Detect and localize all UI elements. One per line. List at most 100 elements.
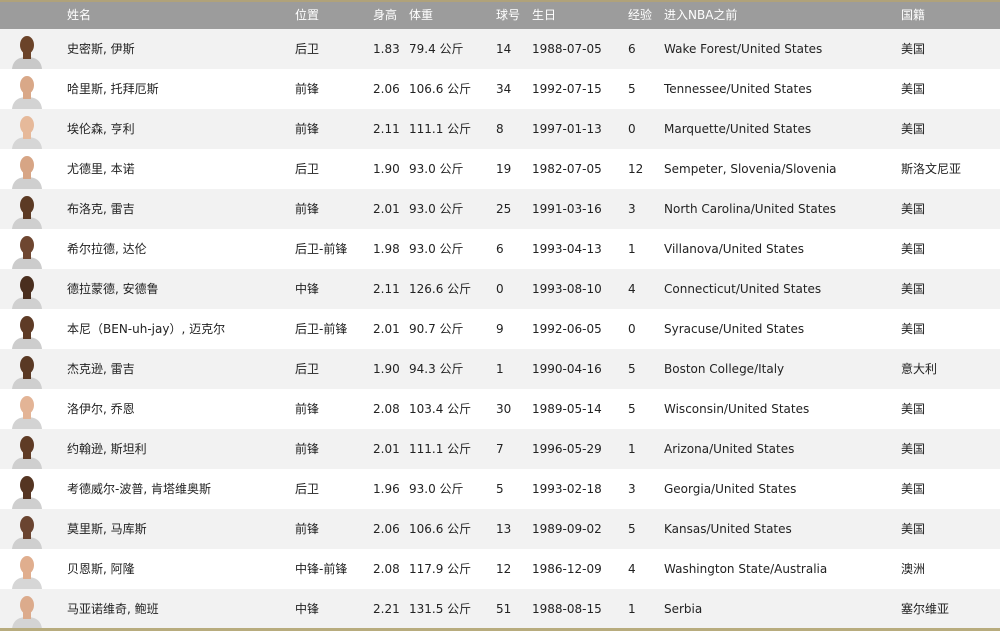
player-birthday: 1993-02-18 [532, 482, 602, 496]
player-name[interactable]: 希尔拉德, 达伦 [67, 229, 147, 269]
player-name[interactable]: 德拉蒙德, 安德鲁 [67, 269, 159, 309]
table-row[interactable]: 希尔拉德, 达伦 后卫-前锋 1.98 93.0 公斤 6 1993-04-13 1 Vill… [0, 229, 1000, 269]
player-headshot-avatar[interactable] [9, 392, 45, 429]
player-weight: 131.5 公斤 [409, 602, 472, 616]
player-height: 2.06 [373, 522, 400, 536]
player-headshot-avatar[interactable] [9, 32, 45, 69]
player-weight: 117.9 公斤 [409, 562, 472, 576]
player-headshot-avatar[interactable] [9, 352, 45, 389]
player-height: 2.01 [373, 322, 400, 336]
table-row[interactable]: 贝恩斯, 阿隆 中锋-前锋 2.08 117.9 公斤 12 1986-12-09 4 Was… [0, 549, 1000, 589]
player-experience: 6 [628, 42, 636, 56]
player-headshot-avatar[interactable] [9, 272, 45, 309]
player-pre-nba: Boston College/Italy [664, 362, 785, 376]
table-row[interactable]: 埃伦森, 亨利 前锋 2.11 111.1 公斤 8 1997-01-13 0 Marquet… [0, 109, 1000, 149]
table-row[interactable]: 考德威尔-波普, 肯塔维奥斯 后卫 1.96 93.0 公斤 5 1993-02-18 3 G… [0, 469, 1000, 509]
head-shape [20, 76, 34, 94]
table-row[interactable]: 尤德里, 本诺 后卫 1.90 93.0 公斤 19 1982-07-05 12 Sempet… [0, 149, 1000, 189]
player-weight: 111.1 公斤 [409, 442, 472, 456]
player-headshot-avatar[interactable] [9, 312, 45, 349]
player-pre-nba: Marquette/United States [664, 122, 812, 136]
player-position: 后卫 [295, 482, 320, 496]
player-weight: 106.6 公斤 [409, 522, 472, 536]
player-nationality: 美国 [901, 482, 926, 496]
player-name[interactable]: 杰克逊, 雷吉 [67, 349, 135, 389]
player-position: 前锋 [295, 442, 320, 456]
player-experience: 5 [628, 522, 636, 536]
player-name[interactable]: 洛伊尔, 乔恩 [67, 389, 135, 429]
player-experience: 0 [628, 322, 636, 336]
player-experience: 0 [628, 122, 636, 136]
player-name[interactable]: 莫里斯, 马库斯 [67, 509, 147, 549]
player-name[interactable]: 布洛克, 雷吉 [67, 189, 135, 229]
player-headshot-avatar[interactable] [9, 152, 45, 189]
header-position[interactable]: 位置 [295, 2, 319, 29]
player-name[interactable]: 贝恩斯, 阿隆 [67, 549, 135, 589]
player-headshot-avatar[interactable] [9, 472, 45, 509]
table-row[interactable]: 史密斯, 伊斯 后卫 1.83 79.4 公斤 14 1988-07-05 6 Wake Fo… [0, 29, 1000, 69]
player-pre-nba: Arizona/United States [664, 442, 795, 456]
header-name[interactable]: 姓名 [67, 2, 91, 29]
header-height[interactable]: 身高 [373, 2, 397, 29]
player-weight: 111.1 公斤 [409, 122, 472, 136]
player-name[interactable]: 本尼（BEN-uh-jay）, 迈克尔 [67, 309, 225, 349]
player-headshot-avatar[interactable] [9, 592, 45, 629]
player-name[interactable]: 埃伦森, 亨利 [67, 109, 135, 149]
table-row[interactable]: 德拉蒙德, 安德鲁 中锋 2.11 126.6 公斤 0 1993-08-10 4 Conne… [0, 269, 1000, 309]
player-weight: 106.6 公斤 [409, 82, 472, 96]
header-birthday[interactable]: 生日 [532, 2, 556, 29]
header-experience[interactable]: 经验 [628, 2, 652, 29]
table-row[interactable]: 约翰逊, 斯坦利 前锋 2.01 111.1 公斤 7 1996-05-29 1 Arizon… [0, 429, 1000, 469]
header-weight[interactable]: 体重 [409, 2, 433, 29]
table-row[interactable]: 洛伊尔, 乔恩 前锋 2.08 103.4 公斤 30 1989-05-14 5 Wiscon… [0, 389, 1000, 429]
player-headshot-avatar[interactable] [9, 192, 45, 229]
head-shape [20, 156, 34, 174]
player-headshot-avatar[interactable] [9, 112, 45, 149]
player-name[interactable]: 考德威尔-波普, 肯塔维奥斯 [67, 469, 211, 509]
player-nationality: 美国 [901, 202, 926, 216]
player-weight: 79.4 公斤 [409, 42, 464, 56]
player-weight: 103.4 公斤 [409, 402, 472, 416]
table-header: 姓名 位置 身高 体重 球号 生日 经验 进入NBA之前 国籍 [0, 2, 1000, 29]
table-row[interactable]: 本尼（BEN-uh-jay）, 迈克尔 后卫-前锋 2.01 90.7 公斤 9 1992… [0, 309, 1000, 349]
player-name[interactable]: 约翰逊, 斯坦利 [67, 429, 147, 469]
player-pre-nba: Kansas/United States [664, 522, 792, 536]
header-nationality[interactable]: 国籍 [901, 2, 925, 29]
header-pre-nba[interactable]: 进入NBA之前 [664, 2, 737, 29]
player-headshot-avatar[interactable] [9, 432, 45, 469]
player-height: 2.01 [373, 202, 400, 216]
player-headshot-avatar[interactable] [9, 552, 45, 589]
table-row[interactable]: 哈里斯, 托拜厄斯 前锋 2.06 106.6 公斤 34 1992-07-15 5 Tenn… [0, 69, 1000, 109]
player-experience: 1 [628, 442, 636, 456]
player-headshot-avatar[interactable] [9, 72, 45, 109]
player-nationality: 美国 [901, 522, 926, 536]
head-shape [20, 556, 34, 574]
player-position: 后卫 [295, 362, 320, 376]
player-name[interactable]: 尤德里, 本诺 [67, 149, 135, 189]
table-row[interactable]: 莫里斯, 马库斯 前锋 2.06 106.6 公斤 13 1989-09-02 5 Kansa… [0, 509, 1000, 549]
player-nationality: 美国 [901, 122, 926, 136]
table-row[interactable]: 马亚诺维奇, 鲍班 中锋 2.21 131.5 公斤 51 1988-08-15 1 Serb… [0, 589, 1000, 629]
player-pre-nba: Wake Forest/United States [664, 42, 823, 56]
player-experience: 5 [628, 82, 636, 96]
player-headshot-avatar[interactable] [9, 512, 45, 549]
table-row[interactable]: 布洛克, 雷吉 前锋 2.01 93.0 公斤 25 1991-03-16 3 North C… [0, 189, 1000, 229]
header-number[interactable]: 球号 [496, 2, 520, 29]
player-position: 前锋 [295, 122, 320, 136]
player-pre-nba: Georgia/United States [664, 482, 797, 496]
player-height: 2.01 [373, 442, 400, 456]
player-headshot-avatar[interactable] [9, 232, 45, 269]
player-experience: 4 [628, 562, 636, 576]
player-nationality: 美国 [901, 282, 926, 296]
player-birthday: 1988-08-15 [532, 602, 602, 616]
player-height: 2.11 [373, 122, 400, 136]
player-name[interactable]: 马亚诺维奇, 鲍班 [67, 589, 159, 629]
player-pre-nba: Villanova/United States [664, 242, 805, 256]
player-name[interactable]: 史密斯, 伊斯 [67, 29, 135, 69]
player-height: 2.06 [373, 82, 400, 96]
player-position: 前锋 [295, 402, 320, 416]
head-shape [20, 236, 34, 254]
table-row[interactable]: 杰克逊, 雷吉 后卫 1.90 94.3 公斤 1 1990-04-16 5 Boston C… [0, 349, 1000, 389]
player-position: 后卫-前锋 [295, 242, 348, 256]
player-name[interactable]: 哈里斯, 托拜厄斯 [67, 69, 159, 109]
